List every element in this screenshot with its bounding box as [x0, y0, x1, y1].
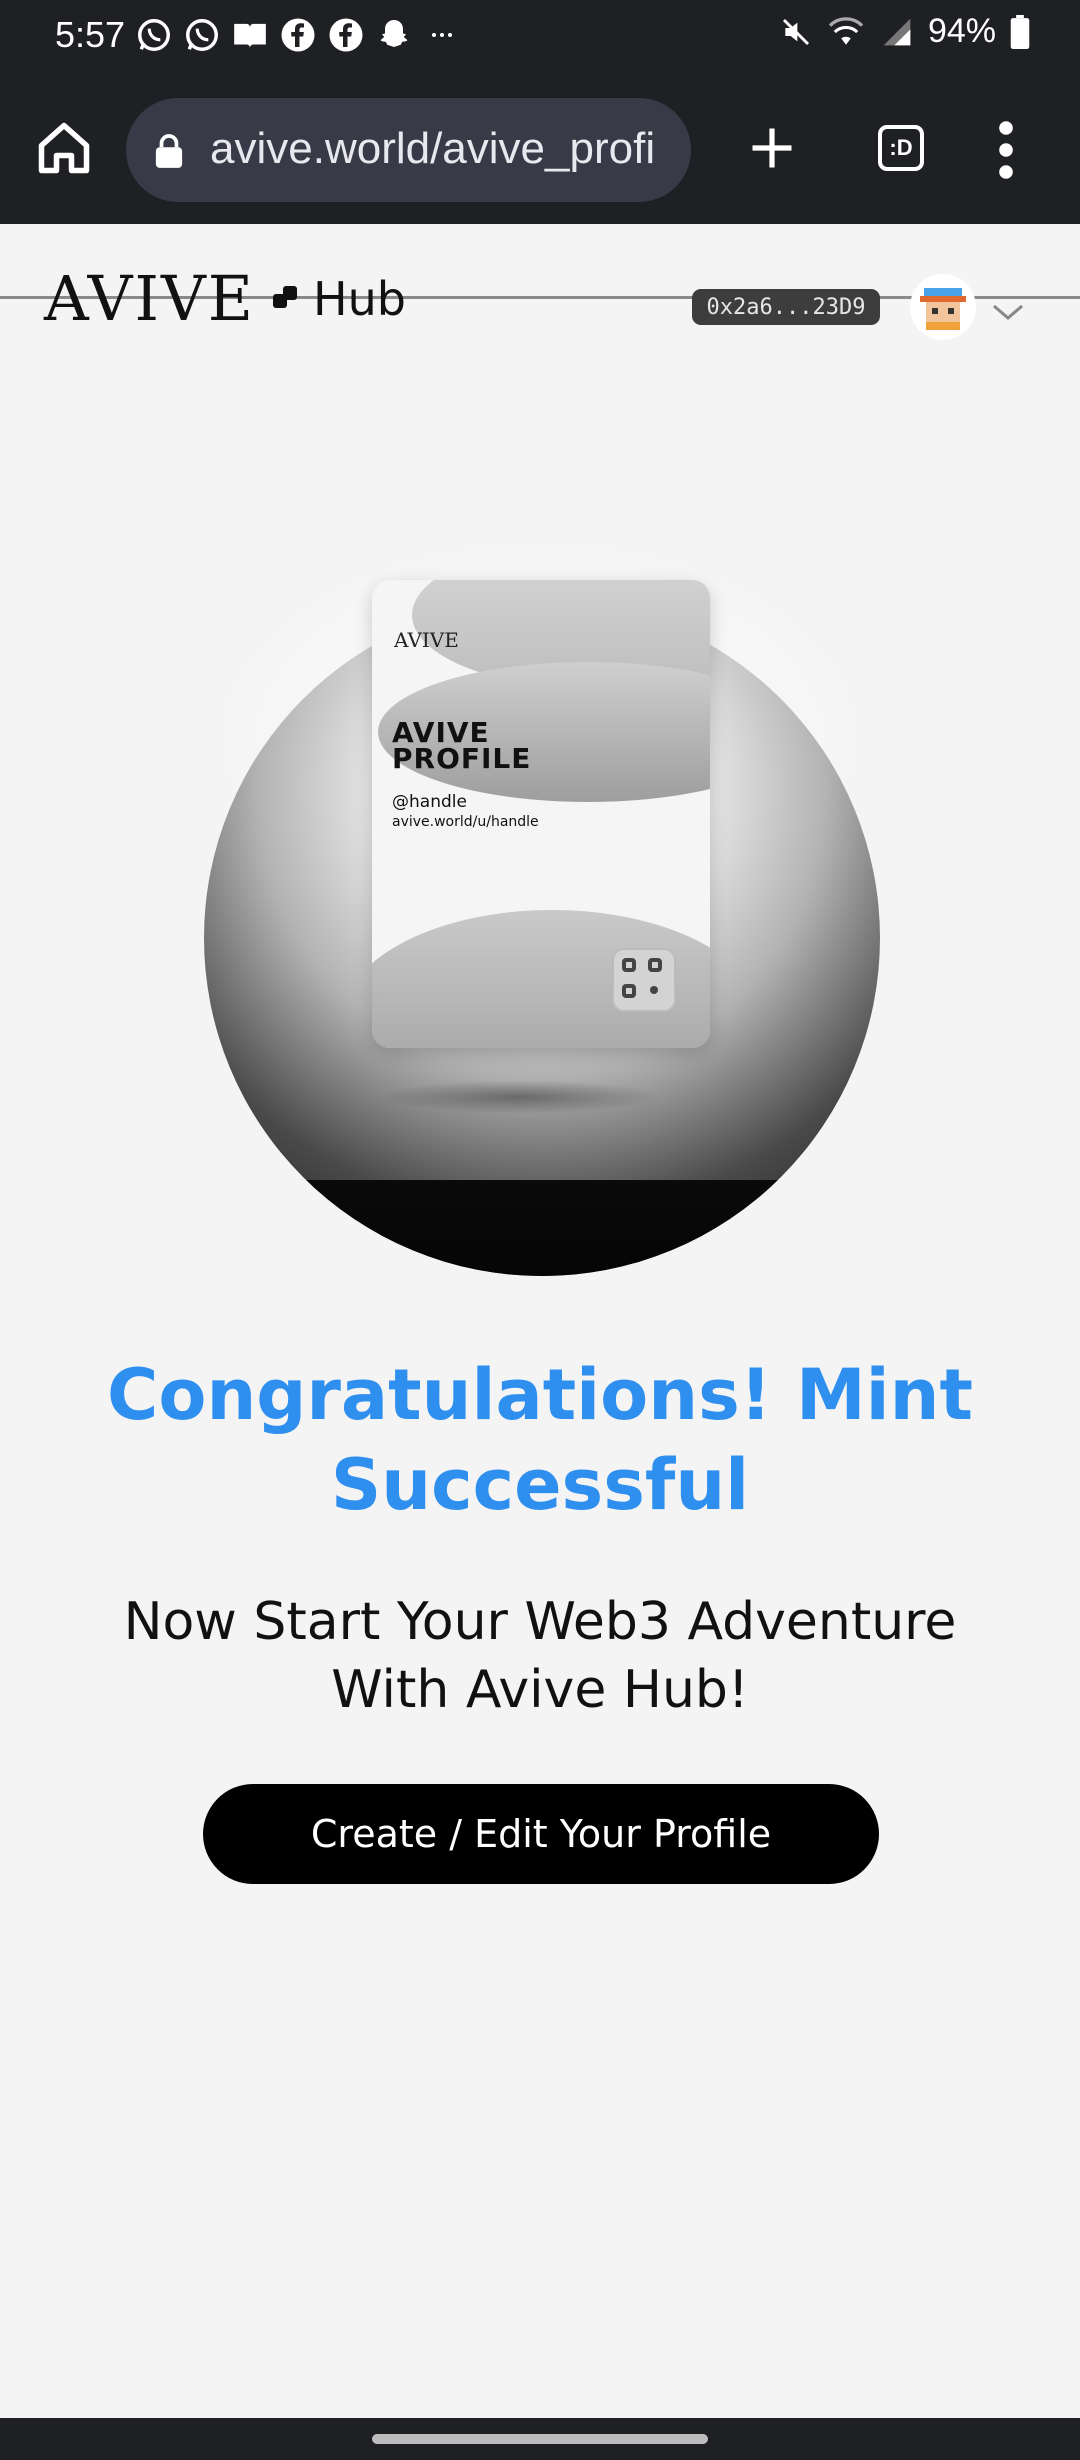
browser-toolbar: avive.world/avive_profi :D — [0, 74, 1080, 299]
facebook-icon — [325, 14, 367, 56]
logo-wordmark: AVIVE — [44, 262, 255, 335]
book-icon — [229, 14, 271, 56]
mute-icon — [782, 18, 809, 45]
success-subline: Now Start Your Web3 Adventure With Avive… — [123, 1592, 957, 1720]
success-headline: Congratulations! Mint Successful — [107, 1354, 973, 1526]
qr-icon — [612, 948, 676, 1012]
more-menu-icon[interactable] — [998, 120, 1014, 180]
card-title: AVIVE PROFILE — [392, 716, 532, 775]
wifi-icon — [828, 16, 864, 45]
system-status: 94% — [780, 12, 1030, 51]
card-url: avive.world/u/handle — [392, 814, 539, 830]
signal-icon — [883, 18, 911, 45]
tab-switcher-button[interactable]: :D — [878, 125, 924, 171]
status-time: 5:57 — [55, 14, 126, 55]
logo-hub-text: Hub — [313, 271, 406, 326]
whatsapp-icon — [133, 14, 175, 56]
new-tab-icon[interactable] — [746, 122, 798, 174]
create-edit-profile-button[interactable]: Create / Edit Your Profile — [203, 1784, 879, 1884]
card-brand: AVIVE — [394, 628, 459, 652]
whatsapp-icon — [181, 14, 223, 56]
card-shadow — [380, 1080, 660, 1114]
address-bar[interactable]: avive.world/avive_profi — [126, 98, 691, 202]
wallet-address-badge[interactable]: 0x2a6...23D9 — [692, 289, 880, 325]
battery-icon — [1010, 14, 1030, 49]
facebook-icon — [277, 14, 319, 56]
chevron-down-icon[interactable] — [988, 298, 1028, 326]
profile-card: AVIVE AVIVE PROFILE @handle avive.world/… — [372, 580, 710, 1048]
card-handle: @handle — [392, 792, 467, 812]
avatar-image — [920, 288, 966, 330]
avive-hub-logo[interactable]: AVIVE Hub — [44, 262, 406, 335]
snapchat-icon — [373, 14, 415, 56]
home-icon[interactable] — [34, 118, 94, 178]
logo-mark-icon — [273, 285, 297, 308]
url-text[interactable]: avive.world/avive_profi — [210, 124, 680, 174]
notification-icons — [133, 14, 463, 56]
more-icon — [421, 14, 463, 56]
profile-card-illustration: AVIVE AVIVE PROFILE @handle avive.world/… — [180, 530, 900, 1310]
status-bar: 5:57 94% — [0, 0, 1080, 74]
hero-floor — [204, 1180, 880, 1276]
avatar[interactable] — [910, 274, 976, 340]
home-gesture-handle[interactable] — [372, 2434, 708, 2444]
battery-percent: 94% — [927, 12, 996, 50]
lock-icon — [155, 134, 183, 168]
